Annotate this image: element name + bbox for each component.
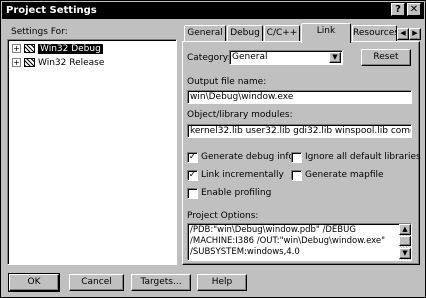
cancel-button[interactable]: Cancel bbox=[69, 274, 124, 291]
tab-scroll-right-icon[interactable]: ▶ bbox=[409, 28, 421, 40]
tree-item-win32-release[interactable]: + Win32 Release bbox=[12, 57, 104, 69]
scroll-down-icon[interactable]: ▼ bbox=[399, 248, 411, 259]
settings-for-label: Settings For: bbox=[11, 27, 68, 37]
targets-button[interactable]: Targets... bbox=[131, 274, 191, 291]
project-settings-dialog: Project Settings ? ✕ Settings For: + Win3… bbox=[0, 0, 426, 298]
close-button[interactable]: ✕ bbox=[407, 3, 421, 16]
help-title-button[interactable]: ? bbox=[391, 3, 405, 16]
window-title: Project Settings bbox=[6, 5, 97, 16]
settings-tree[interactable]: + Win32 Debug + Win32 Release bbox=[7, 39, 177, 265]
reset-button[interactable]: Reset bbox=[361, 49, 411, 66]
title-bar[interactable]: Project Settings bbox=[2, 2, 424, 19]
tree-item-label: Win32 Debug bbox=[38, 44, 103, 54]
options-line: /SUBSYSTEM:windows,4.0 bbox=[190, 247, 300, 257]
tab-resources[interactable]: Resources bbox=[352, 25, 397, 42]
output-file-input[interactable]: win\Debug\window.exe bbox=[187, 90, 412, 104]
generate-mapfile-checkbox[interactable] bbox=[291, 170, 302, 181]
output-file-label: Output file name: bbox=[187, 77, 267, 87]
generate-debug-checkbox[interactable]: ✓ bbox=[187, 152, 198, 163]
tab-scroll-left-icon[interactable]: ◀ bbox=[397, 28, 409, 40]
tree-item-win32-debug[interactable]: + Win32 Debug bbox=[12, 43, 103, 55]
expand-icon[interactable]: + bbox=[12, 58, 21, 67]
tab-debug[interactable]: Debug bbox=[227, 25, 263, 42]
tab-link[interactable]: Link bbox=[301, 23, 351, 43]
tab-c-cpp[interactable]: C/C++ bbox=[264, 25, 300, 42]
scroll-up-icon[interactable]: ▲ bbox=[399, 224, 411, 235]
generate-mapfile-label: Generate mapfile bbox=[305, 170, 384, 180]
link-incrementally-label: Link incrementally bbox=[201, 170, 284, 180]
project-icon bbox=[24, 58, 35, 67]
category-label: Category: bbox=[187, 53, 231, 63]
options-scrollbar[interactable]: ▲ ▼ bbox=[399, 224, 411, 260]
project-options-label: Project Options: bbox=[187, 211, 259, 221]
chevron-down-icon[interactable]: ▼ bbox=[329, 52, 341, 63]
tree-item-label: Win32 Release bbox=[38, 58, 105, 68]
expand-icon[interactable]: + bbox=[12, 44, 21, 53]
enable-profiling-checkbox[interactable] bbox=[187, 188, 198, 199]
modules-label: Object/library modules: bbox=[187, 110, 293, 120]
help-button[interactable]: Help bbox=[197, 274, 247, 291]
ignore-libraries-label: Ignore all default libraries bbox=[305, 152, 421, 162]
options-line: /PDB:"win\Debug\window.pdb" /DEBUG bbox=[190, 225, 356, 235]
ignore-libraries-checkbox[interactable] bbox=[291, 152, 302, 163]
ok-button[interactable]: OK bbox=[8, 273, 60, 292]
enable-profiling-label: Enable profiling bbox=[201, 188, 272, 198]
category-value: General bbox=[232, 52, 268, 62]
scroll-thumb[interactable] bbox=[399, 236, 411, 246]
options-line: /MACHINE:I386 /OUT:"win\Debug\window.exe… bbox=[190, 236, 386, 246]
generate-debug-label: Generate debug info bbox=[201, 152, 295, 162]
link-incrementally-checkbox[interactable]: ✓ bbox=[187, 170, 198, 181]
tab-general[interactable]: General bbox=[184, 25, 226, 42]
project-icon bbox=[24, 44, 35, 53]
category-select[interactable]: General bbox=[229, 50, 343, 65]
modules-input[interactable]: kernel32.lib user32.lib gdi32.lib winspo… bbox=[187, 124, 412, 138]
project-options-textarea[interactable]: /PDB:"win\Debug\window.pdb" /DEBUG /MACH… bbox=[187, 223, 412, 261]
